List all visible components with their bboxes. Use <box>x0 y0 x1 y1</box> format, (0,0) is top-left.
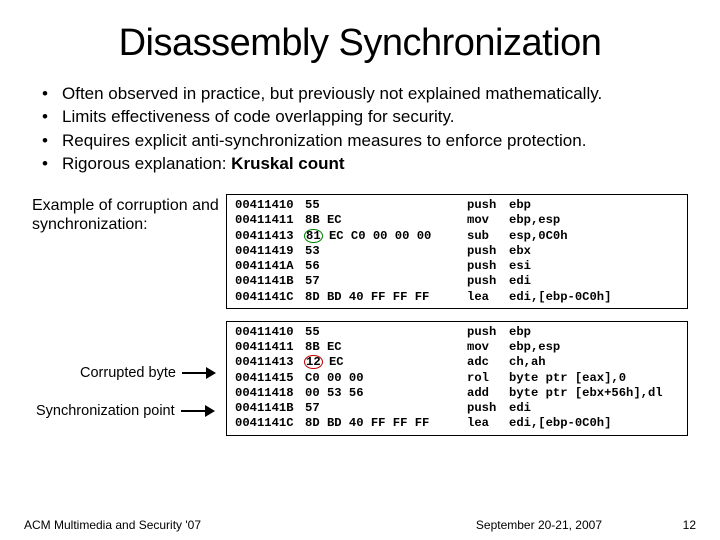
code-block-corrupted: 0041141055pushebp004114118B ECmovebp,esp… <box>226 321 688 436</box>
arrow-icon <box>182 367 216 379</box>
bullet-item: Requires explicit anti-synchronization m… <box>36 130 692 151</box>
sync-point-label: Synchronization point <box>36 403 215 419</box>
slide-footer: ACM Multimedia and Security '07 Septembe… <box>0 518 720 532</box>
arrow-icon <box>181 405 215 417</box>
footer-conference: ACM Multimedia and Security '07 <box>24 518 244 532</box>
corrupted-byte-label: Corrupted byte <box>80 365 216 381</box>
footer-date: September 20-21, 2007 <box>244 518 656 532</box>
code-block-original: 0041141055pushebp004114118B ECmovebp,esp… <box>226 194 688 309</box>
kruskal-bold: Kruskal count <box>231 154 344 173</box>
bullet-item: Often observed in practice, but previous… <box>36 83 692 104</box>
footer-page-number: 12 <box>656 518 696 532</box>
bullet-item: Rigorous explanation: Kruskal count <box>36 153 692 174</box>
slide-title: Disassembly Synchronization <box>28 22 692 65</box>
bullet-list: Often observed in practice, but previous… <box>36 83 692 174</box>
bullet-item: Limits effectiveness of code overlapping… <box>36 106 692 127</box>
example-label: Example of corruption and synchronizatio… <box>28 194 226 234</box>
